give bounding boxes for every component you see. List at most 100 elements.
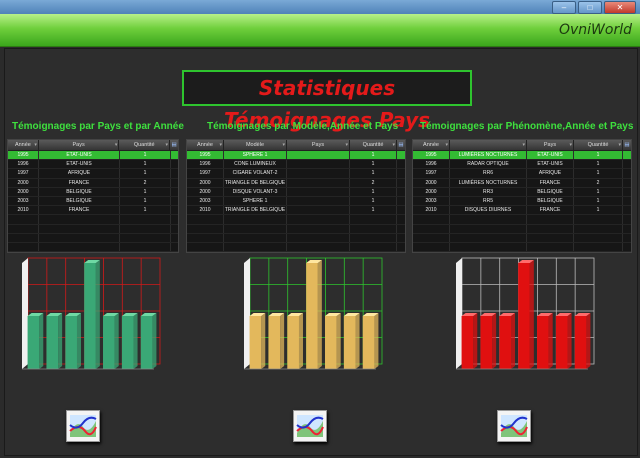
table-row[interactable]: 1997 AFRIQUE 1 <box>8 169 178 179</box>
table-cell <box>120 233 171 242</box>
table-row[interactable] <box>187 242 405 253</box>
table-row[interactable] <box>187 224 405 234</box>
table-row[interactable]: 1996 CONE LUMINEUX 1 <box>187 160 405 170</box>
table-row[interactable]: 1995 ETAT-UNIS 1 <box>8 151 178 161</box>
grid-modele[interactable]: AnnéeModèlePaysQuantité▤1995SPHERE 11199… <box>186 139 406 253</box>
table-cell <box>8 233 39 242</box>
page-title: Statistiques Témoignages Pays <box>182 70 472 132</box>
table-row[interactable] <box>8 233 178 243</box>
chart-bar-side <box>473 313 478 369</box>
table-row[interactable]: 2000 TRIANGLE DE BELGIQUE 2 <box>187 178 405 188</box>
table-cell: BELGIQUE <box>39 196 120 206</box>
table-row[interactable] <box>8 242 178 253</box>
chart-bar-side <box>58 313 63 369</box>
table-row[interactable]: 2010 TRIANGLE DE BELGIQUE 1 <box>187 206 405 216</box>
chart-image-icon[interactable] <box>66 410 100 442</box>
table-row[interactable]: 2000 FRANCE 2 <box>8 178 178 188</box>
table-cell <box>450 215 527 224</box>
chart-bar <box>537 316 549 369</box>
chart-image-icon[interactable] <box>293 410 327 442</box>
table-row[interactable]: 1996 RADAR OPTIQUE ETAT-UNIS 1 <box>413 160 631 170</box>
column-chooser-icon[interactable]: ▤ <box>397 140 405 150</box>
table-row[interactable]: 1997 RR6 AFRIQUE 1 <box>413 169 631 179</box>
column-header[interactable]: Pays <box>287 140 350 150</box>
table-cell: 2 <box>120 178 171 187</box>
table-cell <box>187 242 224 252</box>
table-cell: 1997 <box>413 169 450 178</box>
column-header[interactable]: Année <box>413 140 450 150</box>
table-cell <box>574 233 623 242</box>
column-header[interactable]: Modèle <box>224 140 287 150</box>
table-row[interactable]: 1997 CIGARE VOLANT-2 1 <box>187 169 405 179</box>
table-row[interactable]: 2000 RR3 BELGIQUE 1 <box>413 187 631 197</box>
table-cell: 2000 <box>187 178 224 187</box>
table-row[interactable]: 2000 DISQUE VOLANT-3 1 <box>187 187 405 197</box>
table-cell <box>574 215 623 224</box>
table-cell: TRIANGLE DE BELGIQUE <box>224 206 287 215</box>
column-header[interactable]: Pays <box>527 140 574 150</box>
table-cell <box>450 242 527 252</box>
table-row[interactable]: 2010 FRANCE 1 <box>8 206 178 216</box>
table-row[interactable]: 1996 ETAT-UNIS 1 <box>8 160 178 170</box>
table-row[interactable]: 2003 RR5 BELGIQUE 1 <box>413 196 631 207</box>
table-cell: 1996 <box>413 160 450 169</box>
table-row[interactable] <box>8 215 178 225</box>
chart-bar <box>518 263 530 369</box>
column-header[interactable]: Pays <box>39 140 120 150</box>
chart-bar <box>103 316 115 369</box>
bar-chart-modele <box>236 257 388 377</box>
column-header[interactable]: Quantité <box>119 140 171 150</box>
column-header[interactable]: Année <box>8 140 39 150</box>
chart-bar <box>343 316 356 369</box>
grid-phenomene[interactable]: Année PaysQuantité▤1995LUMIÈRES NOCTURNES… <box>412 139 632 253</box>
table-cell <box>450 233 527 242</box>
grid-pays-annee[interactable]: AnnéePaysQuantité▤1995ETAT-UNIS11996ETAT… <box>7 139 179 253</box>
chart-bar-side <box>95 260 100 369</box>
column-chooser-icon[interactable]: ▤ <box>170 140 178 150</box>
table-row[interactable] <box>413 233 631 243</box>
table-row[interactable] <box>8 224 178 234</box>
table-row[interactable]: 2000 BELGIQUE 1 <box>8 187 178 197</box>
table-row[interactable] <box>413 215 631 225</box>
table-cell: 1 <box>120 187 171 196</box>
column-header[interactable]: Année <box>187 140 224 150</box>
table-cell: 2003 <box>8 196 39 206</box>
chart-bar-side <box>510 313 515 369</box>
table-cell <box>350 215 397 224</box>
table-cell: RR6 <box>450 169 527 178</box>
table-cell <box>120 215 171 224</box>
table-row[interactable]: 2003 SPHERE 1 1 <box>187 196 405 207</box>
table-row[interactable] <box>187 233 405 243</box>
close-button[interactable]: ✕ <box>604 1 636 14</box>
table-cell <box>8 224 39 233</box>
chart-image-icon[interactable] <box>497 410 531 442</box>
column-header[interactable]: Quantité <box>574 140 623 150</box>
column-chooser-icon[interactable]: ▤ <box>623 140 631 150</box>
table-cell: 2010 <box>187 206 224 215</box>
table-row[interactable]: 2000 LUMIÈRES NOCTURNES FRANCE 2 <box>413 178 631 188</box>
table-cell: 1 <box>350 206 397 215</box>
window-titlebar[interactable]: – □ ✕ <box>0 0 640 14</box>
table-row[interactable]: 1995 LUMIÈRES NOCTURNES ETAT-UNIS 1 <box>413 151 631 161</box>
table-row[interactable] <box>187 215 405 225</box>
table-row[interactable] <box>413 242 631 253</box>
column-header[interactable] <box>450 140 527 150</box>
minimize-button[interactable]: – <box>552 1 576 14</box>
table-row[interactable]: 2003 BELGIQUE 1 <box>8 196 178 207</box>
table-cell: 2010 <box>8 206 39 215</box>
grid-header: AnnéePaysQuantité▤ <box>8 140 178 151</box>
table-cell: 2000 <box>187 187 224 196</box>
table-cell: ETAT-UNIS <box>39 151 120 160</box>
table-cell <box>287 206 350 215</box>
section-title-pays-annee: Témoignages par Pays et par Année <box>12 121 184 132</box>
maximize-button[interactable]: □ <box>578 1 602 14</box>
column-header[interactable]: Quantité <box>350 140 397 150</box>
chart-bar-side <box>374 313 379 369</box>
table-row[interactable]: 2010 DISQUES DIURNES FRANCE 1 <box>413 206 631 216</box>
table-row[interactable] <box>413 224 631 234</box>
chart-bar <box>121 316 134 369</box>
table-cell: FRANCE <box>527 206 574 215</box>
table-cell: 1 <box>120 151 171 160</box>
table-row[interactable]: 1995 SPHERE 1 1 <box>187 151 405 161</box>
section-title-modele: Témoignages par Modèle,Année et Pays <box>207 121 399 132</box>
